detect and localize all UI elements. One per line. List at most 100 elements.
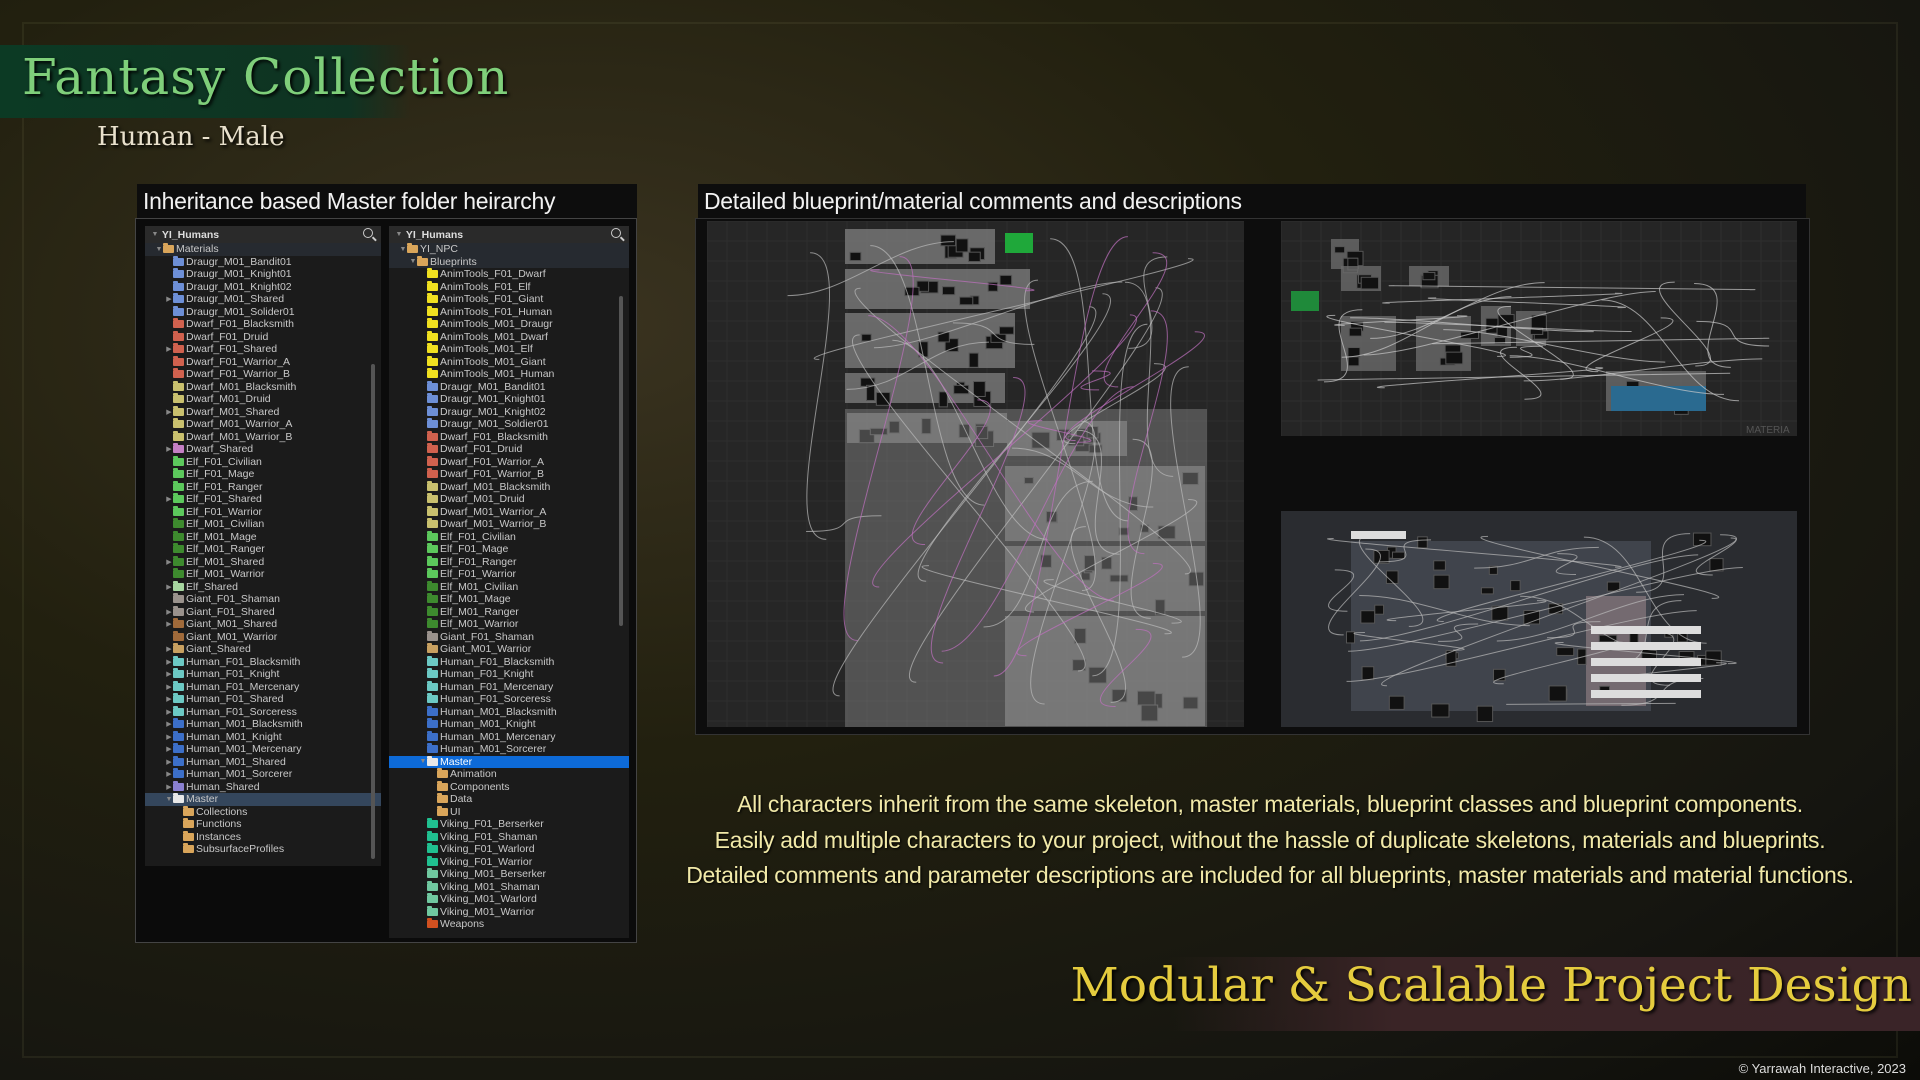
tree-item[interactable]: Human_F01_Mercenary bbox=[389, 680, 629, 694]
tree-item[interactable]: Draugr_M01_Bandit01 bbox=[389, 380, 629, 394]
tree-item[interactable]: ▶ Human_M01_Knight bbox=[145, 730, 381, 744]
tree-item[interactable]: Draugr_M01_Solider01 bbox=[145, 305, 381, 319]
tree-item[interactable]: AnimTools_M01_Giant bbox=[389, 355, 629, 369]
tree-item[interactable]: Data bbox=[389, 793, 629, 806]
expand-arrow-icon[interactable]: ▶ bbox=[165, 583, 173, 591]
tree-item[interactable]: Draugr_M01_Knight01 bbox=[389, 393, 629, 406]
tree-item[interactable]: ▶ Elf_Shared bbox=[145, 580, 381, 594]
tree-item[interactable]: AnimTools_M01_Draugr bbox=[389, 318, 629, 331]
tree-item[interactable]: Viking_M01_Warrior bbox=[389, 905, 629, 919]
tree-item[interactable]: Dwarf_M01_Blacksmith bbox=[145, 380, 381, 394]
tree-item[interactable]: Dwarf_M01_Warrior_B bbox=[389, 518, 629, 531]
tree-item[interactable]: Animation bbox=[389, 768, 629, 781]
expand-arrow-icon[interactable]: ▼ bbox=[419, 758, 427, 765]
tree-item[interactable]: Elf_M01_Civilian bbox=[145, 518, 381, 531]
tree-item[interactable]: ▼ Materials bbox=[145, 243, 381, 256]
tree-item[interactable]: Dwarf_F01_Blacksmith bbox=[389, 430, 629, 444]
tree-item[interactable]: Viking_F01_Warlord bbox=[389, 843, 629, 856]
search-icon[interactable] bbox=[611, 228, 621, 238]
tree-item[interactable]: Elf_M01_Mage bbox=[145, 530, 381, 544]
tree-item[interactable]: Giant_M01_Warrior bbox=[389, 643, 629, 656]
expand-arrow-icon[interactable]: ▶ bbox=[165, 558, 173, 566]
tree-item[interactable]: Elf_M01_Mage bbox=[389, 593, 629, 606]
tree-item[interactable]: Viking_M01_Berserker bbox=[389, 868, 629, 881]
tree-item[interactable]: Elf_F01_Civilian bbox=[145, 455, 381, 469]
tree-item[interactable]: ▼ Master bbox=[145, 793, 381, 806]
expand-arrow-icon[interactable]: ▶ bbox=[165, 683, 173, 691]
tree-item[interactable]: AnimTools_F01_Human bbox=[389, 305, 629, 319]
tree-item[interactable]: Giant_F01_Shaman bbox=[389, 630, 629, 644]
tree-item[interactable]: Functions bbox=[145, 818, 381, 831]
tree-item[interactable]: AnimTools_M01_Human bbox=[389, 368, 629, 381]
tree-item[interactable]: ▼ Blueprints bbox=[389, 255, 629, 268]
tree-item[interactable]: Elf_M01_Civilian bbox=[389, 580, 629, 594]
tree-item[interactable]: ▶ Elf_F01_Shared bbox=[145, 493, 381, 506]
tree-item[interactable]: AnimTools_M01_Dwarf bbox=[389, 330, 629, 344]
tree-item[interactable]: ▶ Draugr_M01_Shared bbox=[145, 293, 381, 306]
tree-item[interactable]: Elf_M01_Warrior bbox=[389, 618, 629, 631]
tree-item[interactable]: Elf_M01_Ranger bbox=[145, 543, 381, 556]
tree-item[interactable]: ▶ Human_F01_Sorceress bbox=[145, 705, 381, 719]
tree-header[interactable]: ▼ YI_Humans bbox=[389, 226, 629, 243]
tree-item[interactable]: ▶ Dwarf_M01_Shared bbox=[145, 405, 381, 419]
expand-arrow-icon[interactable]: ▶ bbox=[165, 708, 173, 716]
expand-arrow-icon[interactable]: ▶ bbox=[165, 608, 173, 616]
expand-arrow-icon[interactable]: ▶ bbox=[165, 495, 173, 503]
tree-item[interactable]: AnimTools_F01_Giant bbox=[389, 293, 629, 306]
tree-item[interactable]: Dwarf_M01_Blacksmith bbox=[389, 480, 629, 494]
tree-item[interactable]: Dwarf_M01_Warrior_B bbox=[145, 430, 381, 444]
tree-item[interactable]: Elf_F01_Ranger bbox=[145, 480, 381, 494]
tree-item[interactable]: Draugr_M01_Soldier01 bbox=[389, 418, 629, 431]
tree-item[interactable]: ▶ Human_Shared bbox=[145, 780, 381, 794]
tree-item[interactable]: Elf_F01_Warrior bbox=[145, 505, 381, 519]
tree-item[interactable]: ▶ Giant_Shared bbox=[145, 643, 381, 656]
expand-arrow-icon[interactable]: ▶ bbox=[165, 645, 173, 653]
tree-item[interactable]: Dwarf_M01_Druid bbox=[145, 393, 381, 406]
tree-item[interactable]: Dwarf_F01_Warrior_B bbox=[145, 368, 381, 381]
expand-arrow-icon[interactable]: ▶ bbox=[165, 670, 173, 678]
tree-item[interactable]: Viking_F01_Shaman bbox=[389, 830, 629, 844]
tree-item[interactable]: ▼ YI_NPC bbox=[389, 243, 629, 256]
tree-item[interactable]: ▶ Giant_F01_Shared bbox=[145, 605, 381, 619]
expand-arrow-icon[interactable]: ▶ bbox=[165, 295, 173, 303]
tree-item[interactable]: Elf_F01_Civilian bbox=[389, 530, 629, 544]
tree-item[interactable]: Giant_M01_Warrior bbox=[145, 630, 381, 644]
expand-arrow-icon[interactable]: ▶ bbox=[165, 345, 173, 353]
tree-item[interactable]: SubsurfaceProfiles bbox=[145, 843, 381, 856]
tree-item[interactable]: Human_M01_Blacksmith bbox=[389, 705, 629, 719]
tree-item[interactable]: ▼ Master bbox=[389, 755, 629, 768]
expand-arrow-icon[interactable]: ▶ bbox=[165, 720, 173, 728]
tree-item[interactable]: AnimTools_F01_Dwarf bbox=[389, 268, 629, 281]
tree-item[interactable]: Draugr_M01_Knight02 bbox=[389, 405, 629, 419]
tree-item[interactable]: Weapons bbox=[389, 918, 629, 931]
tree-item[interactable]: Dwarf_F01_Druid bbox=[389, 443, 629, 456]
tree-item[interactable]: Collections bbox=[145, 805, 381, 819]
tree-item[interactable]: ▶ Giant_M01_Shared bbox=[145, 618, 381, 631]
tree-item[interactable]: Giant_F01_Shaman bbox=[145, 593, 381, 606]
tree-item[interactable]: Human_F01_Sorceress bbox=[389, 693, 629, 706]
tree-item[interactable]: Components bbox=[389, 780, 629, 794]
expand-arrow-icon[interactable]: ▶ bbox=[165, 745, 173, 753]
tree-item[interactable]: Elf_F01_Warrior bbox=[389, 568, 629, 581]
tree-item[interactable]: Dwarf_F01_Warrior_A bbox=[145, 355, 381, 369]
tree-item[interactable]: ▶ Human_M01_Mercenary bbox=[145, 743, 381, 756]
expand-arrow-icon[interactable]: ▶ bbox=[165, 783, 173, 791]
tree-item[interactable]: ▶ Human_F01_Blacksmith bbox=[145, 655, 381, 669]
tree-item[interactable]: ▶ Human_M01_Shared bbox=[145, 755, 381, 769]
tree-item[interactable]: Human_F01_Blacksmith bbox=[389, 655, 629, 669]
tree-item[interactable]: Instances bbox=[145, 830, 381, 844]
tree-item[interactable]: Dwarf_F01_Warrior_B bbox=[389, 468, 629, 481]
tree-item[interactable]: Human_M01_Knight bbox=[389, 718, 629, 731]
tree-item[interactable]: Dwarf_F01_Blacksmith bbox=[145, 318, 381, 331]
expand-arrow-icon[interactable]: ▼ bbox=[409, 258, 417, 265]
expand-arrow-icon[interactable]: ▼ bbox=[165, 796, 173, 803]
tree-item[interactable]: Viking_F01_Warrior bbox=[389, 855, 629, 869]
search-icon[interactable] bbox=[363, 228, 373, 238]
tree-item[interactable]: ▶ Human_M01_Blacksmith bbox=[145, 718, 381, 731]
expand-arrow-icon[interactable]: ▶ bbox=[165, 658, 173, 666]
scrollbar[interactable] bbox=[371, 364, 375, 859]
expand-arrow-icon[interactable]: ▶ bbox=[165, 620, 173, 628]
tree-item[interactable]: Elf_M01_Ranger bbox=[389, 605, 629, 619]
tree-item[interactable]: Human_M01_Sorcerer bbox=[389, 743, 629, 756]
tree-header[interactable]: ▼ YI_Humans bbox=[145, 226, 381, 243]
